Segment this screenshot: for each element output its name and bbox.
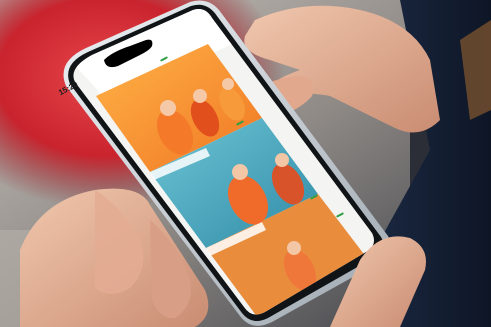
photo-illustration [0,0,491,327]
photo-scene: 15:20 [0,0,491,327]
